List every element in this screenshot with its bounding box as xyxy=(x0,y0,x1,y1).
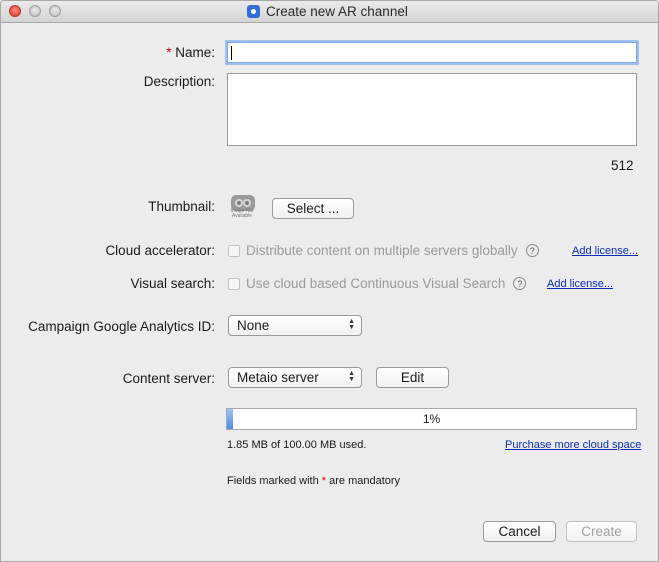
close-window-button[interactable] xyxy=(9,5,21,17)
help-icon[interactable]: ? xyxy=(525,244,539,257)
content-server-select[interactable]: Metaio server ▲ ▼ xyxy=(228,367,362,388)
dialog-window: Create new AR channel * Name: Descriptio… xyxy=(0,0,659,562)
content-server-label: Content server: xyxy=(122,371,215,386)
app-icon xyxy=(247,5,260,18)
description-textarea[interactable] xyxy=(227,73,637,146)
cloud-accelerator-option-text: Distribute content on multiple servers g… xyxy=(246,243,518,258)
storage-progress-percent: 1% xyxy=(422,412,441,426)
mandatory-note-suffix: are mandatory xyxy=(329,475,401,487)
visual-search-add-license-link[interactable]: Add license... xyxy=(547,278,613,290)
mandatory-note-prefix: Fields marked with xyxy=(227,475,319,487)
minimize-window-button[interactable] xyxy=(29,5,41,17)
required-mark: * xyxy=(166,45,172,60)
create-button[interactable]: Create xyxy=(566,521,637,542)
zoom-window-button[interactable] xyxy=(49,5,61,17)
visual-search-option-text: Use cloud based Continuous Visual Search xyxy=(246,276,506,291)
content-server-selected-value: Metaio server xyxy=(237,370,319,385)
help-icon[interactable]: ? xyxy=(513,277,527,290)
visual-search-option: Use cloud based Continuous Visual Search… xyxy=(228,276,527,291)
name-label: * Name: xyxy=(101,45,215,60)
mandatory-fields-note: Fields marked with * are mandatory xyxy=(227,475,400,487)
purchase-cloud-space-link[interactable]: Purchase more cloud space xyxy=(505,439,641,451)
thumbnail-label: Thumbnail: xyxy=(148,199,215,214)
up-down-arrows-icon: ▲ ▼ xyxy=(348,318,355,331)
name-label-text: Name: xyxy=(175,45,215,60)
character-count: 512 xyxy=(611,158,634,173)
window-title: Create new AR channel xyxy=(247,3,408,20)
storage-usage-text: 1.85 MB of 100.00 MB used. xyxy=(227,439,367,451)
cloud-accelerator-label: Cloud accelerator: xyxy=(105,243,215,258)
visual-search-label: Visual search: xyxy=(130,276,215,291)
analytics-select[interactable]: None ▲ ▼ xyxy=(228,315,362,336)
visual-search-checkbox[interactable] xyxy=(228,277,240,290)
thumbnail-caption: Image Not Available xyxy=(230,208,254,219)
cancel-button[interactable]: Cancel xyxy=(483,521,556,542)
up-down-arrows-icon: ▲ ▼ xyxy=(348,370,355,383)
name-input[interactable] xyxy=(227,42,637,63)
edit-server-button[interactable]: Edit xyxy=(376,367,449,388)
cloud-accelerator-add-license-link[interactable]: Add license... xyxy=(572,245,638,257)
cloud-accelerator-checkbox[interactable] xyxy=(228,244,240,257)
analytics-selected-value: None xyxy=(237,318,270,333)
analytics-label: Campaign Google Analytics ID: xyxy=(28,319,215,334)
title-bar: Create new AR channel xyxy=(1,1,658,23)
description-label: Description: xyxy=(143,74,215,89)
text-caret xyxy=(231,46,232,60)
window-title-text: Create new AR channel xyxy=(266,4,408,19)
select-thumbnail-button[interactable]: Select ... xyxy=(272,198,354,219)
mandatory-note-mark: * xyxy=(321,475,327,487)
cloud-accelerator-option: Distribute content on multiple servers g… xyxy=(228,243,539,258)
storage-progress-bar: 1% xyxy=(226,408,637,430)
